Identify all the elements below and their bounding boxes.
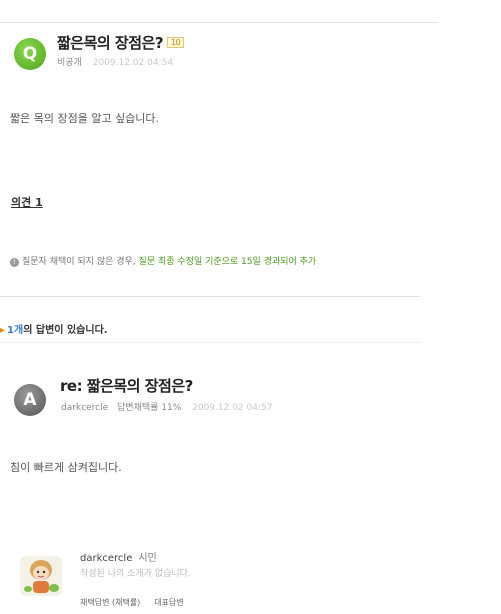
answers-count-suffix: 의 답변이 있습니다. <box>23 325 108 336</box>
answers-count-header: ▸ 1개의 답변이 있습니다. <box>0 321 108 336</box>
answers-divider <box>0 296 420 297</box>
tab-adopted-answers[interactable]: 채택답변 (채택률) <box>80 598 140 607</box>
notice-part1: 질문자 채택이 되지 않은 경우, <box>22 257 136 267</box>
answers-header-divider <box>0 342 420 343</box>
question-date: 2009.12.02 04:54 <box>92 58 174 68</box>
notice-part2: 질문 최종 수정일 기준으로 15일 경과되어 추가 <box>138 257 317 267</box>
question-author: 비공개 <box>57 58 82 68</box>
answerer-avatar[interactable] <box>20 556 62 596</box>
profile-tabs: 채택답변 (채택률) 대표답변 <box>80 597 198 608</box>
profile-intro: 작성된 나의 소개가 없습니다. <box>80 569 191 579</box>
answer-author-link[interactable]: darkcercle <box>61 403 108 413</box>
answer-badge-icon: A <box>14 384 46 416</box>
profile-grade: 시민 <box>138 553 157 564</box>
answer-count-badge: 10 <box>167 37 185 48</box>
answer-meta: darkcercle 답변채택률 11% 2009.12.02 04:57 <box>61 400 272 413</box>
profile-name-link[interactable]: darkcercle <box>80 553 132 564</box>
answer-adoption-rate: 답변채택률 11% <box>117 403 182 413</box>
answers-arrow-icon: ▸ <box>0 325 6 336</box>
top-divider <box>0 22 438 23</box>
answer-body: 침이 빠르게 삼켜집니다. <box>10 461 122 474</box>
info-icon: ! <box>10 258 19 267</box>
question-title-text: 짧은목의 장점은? <box>57 34 164 52</box>
question-meta: 비공개 2009.12.02 04:54 <box>57 55 173 68</box>
avatar-character-icon <box>24 560 59 593</box>
tab-representative-answers[interactable]: 대표답변 <box>154 598 183 607</box>
answers-count-number: 1개 <box>7 325 24 336</box>
question-title: 짧은목의 장점은? 10 <box>57 32 185 53</box>
answer-title: re: 짧은목의 장점은? <box>60 377 193 395</box>
profile-name-row: darkcercle 시민 <box>80 549 157 564</box>
opinion-link[interactable]: 의견 1 <box>11 194 43 210</box>
answer-date: 2009.12.02 04:57 <box>192 403 273 413</box>
question-badge-icon: Q <box>14 38 46 70</box>
question-body: 짧은 목의 장점을 알고 싶습니다. <box>10 112 160 125</box>
notice-text: ! 질문자 채택이 되지 않은 경우, 질문 최종 수정일 기준으로 15일 경과… <box>10 254 316 267</box>
